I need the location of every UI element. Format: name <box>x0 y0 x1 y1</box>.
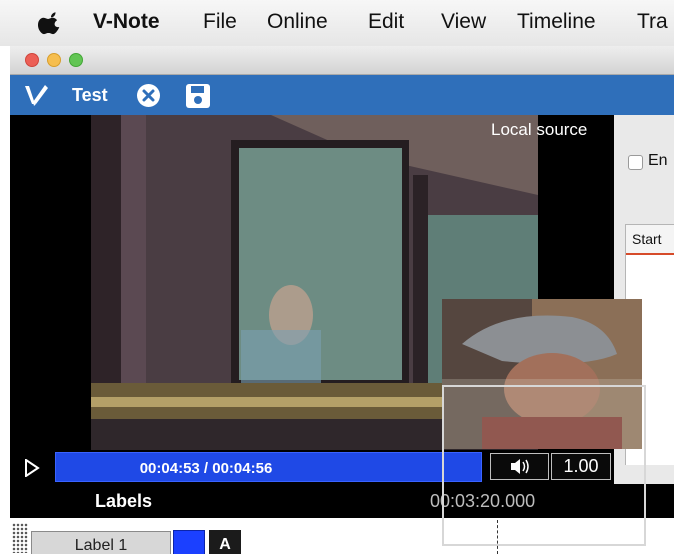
window-minimize-button[interactable] <box>47 53 61 67</box>
video-source-label: Local source <box>491 120 588 139</box>
project-toolbar: Test <box>10 75 674 115</box>
enable-checkbox[interactable] <box>628 155 643 170</box>
apple-logo-icon[interactable] <box>38 9 64 35</box>
thumbnail-preview-frame <box>442 385 646 546</box>
seek-bar[interactable]: 00:04:53 / 00:04:56 <box>55 452 482 482</box>
menu-app-name[interactable]: V-Note <box>93 10 160 34</box>
label-color-swatch[interactable] <box>173 530 205 554</box>
menu-view[interactable]: View <box>441 10 486 34</box>
play-icon[interactable] <box>24 459 40 477</box>
window-titlebar <box>10 46 674 75</box>
menu-bar: V-Note File Online Edit View Timeline Tr… <box>0 0 674 46</box>
time-display: 00:04:53 / 00:04:56 <box>139 460 273 477</box>
project-title: Test <box>72 85 108 105</box>
menu-file[interactable]: File <box>203 10 237 34</box>
menu-online[interactable]: Online <box>267 10 328 34</box>
enable-checkbox-label: En <box>648 152 668 169</box>
column-header-start[interactable]: Start <box>626 225 674 255</box>
menu-timeline[interactable]: Timeline <box>517 10 596 34</box>
labels-header: Labels <box>95 491 153 511</box>
menu-edit[interactable]: Edit <box>368 10 404 34</box>
window-close-button[interactable] <box>25 53 39 67</box>
v-note-pen-icon <box>25 85 48 106</box>
close-circle-icon[interactable] <box>137 84 160 107</box>
window-zoom-button[interactable] <box>69 53 83 67</box>
save-disk-icon[interactable] <box>185 83 211 109</box>
drag-handle-icon[interactable] <box>12 523 28 553</box>
label-button[interactable]: Label 1 <box>31 531 171 554</box>
column-header-label: Start <box>632 231 662 247</box>
playhead-cursor-line <box>497 520 498 554</box>
label-shortcut-key[interactable]: A <box>209 530 241 554</box>
menu-transport[interactable]: Tra <box>637 10 668 34</box>
